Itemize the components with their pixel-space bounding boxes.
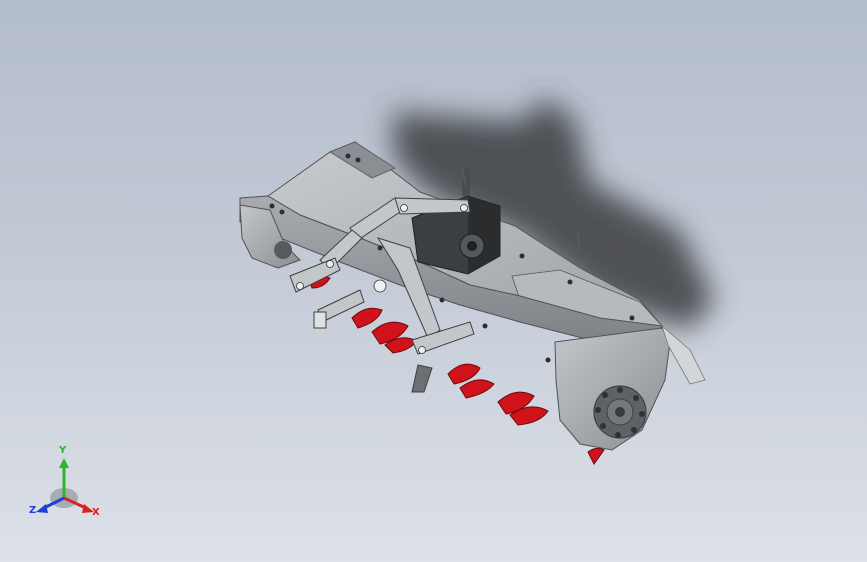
y-axis-arrow-icon <box>59 458 69 468</box>
3d-viewport[interactable]: Y X Z <box>0 0 867 562</box>
right-end-plate <box>554 324 706 451</box>
x-axis-label: X <box>92 507 100 518</box>
z-axis-label: Z <box>29 505 37 516</box>
orientation-triad: Y X Z <box>22 446 108 526</box>
z-axis-arrow-icon <box>36 504 48 513</box>
tiller-model[interactable] <box>0 0 867 562</box>
y-axis-label: Y <box>59 445 67 456</box>
